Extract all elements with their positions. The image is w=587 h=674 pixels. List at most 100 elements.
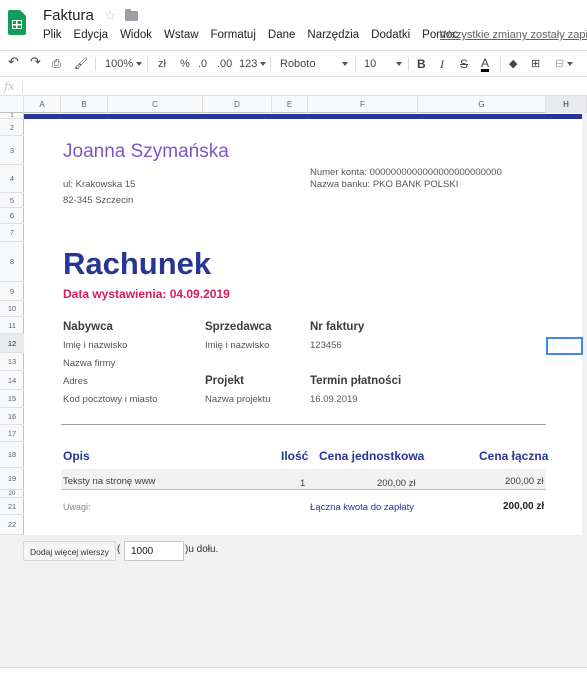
row-header[interactable]: 21 xyxy=(0,498,24,515)
select-all-corner[interactable] xyxy=(0,96,24,113)
bank-name[interactable]: Nazwa banku: PKO BANK POLSKI xyxy=(310,179,458,190)
total-amount[interactable]: 200,00 zł xyxy=(503,501,544,512)
seller-label[interactable]: Sprzedawca xyxy=(205,321,271,333)
issuer-street[interactable]: ul: Krakowska 15 xyxy=(63,179,135,190)
project-name[interactable]: Nazwa projektu xyxy=(205,394,270,405)
row-header[interactable]: 7 xyxy=(0,224,24,242)
document-title[interactable]: Faktura xyxy=(43,7,94,24)
menu-addons[interactable]: Dodatki xyxy=(365,29,416,45)
star-icon[interactable]: ☆ xyxy=(104,7,117,24)
item-total[interactable]: 200,00 zł xyxy=(505,476,544,487)
bold-button[interactable]: B xyxy=(417,57,426,71)
due-date[interactable]: 16.09.2019 xyxy=(310,394,358,405)
row-header[interactable]: 9 xyxy=(0,282,24,301)
seller-name[interactable]: Imię i nazwisko xyxy=(205,340,269,351)
row-header[interactable]: 11 xyxy=(0,317,24,334)
rows-count-input[interactable] xyxy=(124,541,184,561)
row-header[interactable]: 17 xyxy=(0,425,24,442)
menu-data[interactable]: Dane xyxy=(262,29,302,45)
row-header[interactable]: 22 xyxy=(0,515,24,535)
menu-edit[interactable]: Edycja xyxy=(68,29,115,45)
row-header[interactable]: 19 xyxy=(0,468,24,490)
issuer-city[interactable]: 82-345 Szczecin xyxy=(63,195,133,206)
column-header-e[interactable]: E xyxy=(272,96,308,113)
italic-button[interactable]: I xyxy=(440,57,444,71)
row-header[interactable]: 14 xyxy=(0,371,24,390)
formula-bar[interactable]: fx xyxy=(0,78,587,96)
table-header-description[interactable]: Opis xyxy=(63,449,90,463)
menu-tools[interactable]: Narzędzia xyxy=(301,29,365,45)
row-header[interactable]: 8 xyxy=(0,242,24,282)
borders-icon[interactable]: ⊞ xyxy=(531,57,540,71)
menu-format[interactable]: Formatuj xyxy=(205,29,262,45)
row-header[interactable]: 3 xyxy=(0,136,24,165)
invoice-number[interactable]: 123456 xyxy=(310,340,342,351)
column-header-f[interactable]: F xyxy=(308,96,418,113)
buyer-name[interactable]: Imię i nazwisko xyxy=(63,340,127,351)
vertical-scrollbar[interactable] xyxy=(582,113,587,535)
table-header-quantity[interactable]: Ilość xyxy=(281,449,308,463)
column-header-d[interactable]: D xyxy=(203,96,272,113)
undo-icon[interactable]: ↶ xyxy=(8,55,19,69)
font-size-select[interactable]: 10 xyxy=(364,57,402,71)
project-label[interactable]: Projekt xyxy=(205,375,244,387)
total-label[interactable]: Łączna kwota do zapłaty xyxy=(310,502,414,513)
buyer-postal[interactable]: Kod pocztowy i miasto xyxy=(63,394,158,405)
strikethrough-button[interactable]: S xyxy=(460,57,468,71)
issue-date[interactable]: Data wystawienia: 04.09.2019 xyxy=(63,287,230,301)
paint-format-icon[interactable]: 🖌 xyxy=(74,57,88,71)
row-header[interactable]: 15 xyxy=(0,390,24,408)
row-header[interactable]: 5 xyxy=(0,193,24,208)
notes-label[interactable]: Uwagi: xyxy=(63,502,91,512)
due-date-label[interactable]: Termin płatności xyxy=(310,375,401,387)
buyer-label[interactable]: Nabywca xyxy=(63,321,113,333)
row-header[interactable]: 18 xyxy=(0,442,24,468)
text-color-button[interactable]: A xyxy=(481,57,490,72)
font-name: Roboto xyxy=(280,58,316,70)
fill-color-icon[interactable]: ◆ xyxy=(509,57,517,71)
column-header-c[interactable]: C xyxy=(108,96,203,113)
item-description[interactable]: Teksty na stronę www xyxy=(63,476,155,487)
menu-insert[interactable]: Wstaw xyxy=(158,29,205,45)
bank-account[interactable]: Numer konta: 0000000000000000000000000 xyxy=(310,167,502,178)
invoice-heading[interactable]: Rachunek xyxy=(63,246,211,282)
column-header-h[interactable]: H xyxy=(546,96,587,113)
column-header-b[interactable]: B xyxy=(61,96,108,113)
row-header[interactable]: 2 xyxy=(0,119,24,136)
row-header[interactable]: 12 xyxy=(0,334,24,353)
save-status-link[interactable]: Wszystkie zmiany zostały zapisane xyxy=(440,29,587,41)
item-unit-price[interactable]: 200,00 zł xyxy=(377,478,416,489)
buyer-company[interactable]: Nazwa firmy xyxy=(63,358,115,369)
menu-file[interactable]: Plik xyxy=(37,29,68,45)
row-header[interactable]: 20 xyxy=(0,490,24,498)
zoom-value: 100% xyxy=(105,58,134,70)
font-select[interactable]: Roboto xyxy=(280,57,348,71)
zoom-select[interactable]: 100% xyxy=(105,57,143,71)
row-header[interactable]: 13 xyxy=(0,353,24,371)
column-header-a[interactable]: A xyxy=(24,96,61,113)
row-header[interactable]: 10 xyxy=(0,301,24,317)
buyer-address[interactable]: Adres xyxy=(63,376,88,387)
row-header[interactable]: 16 xyxy=(0,408,24,425)
more-formats-select[interactable]: 123 xyxy=(239,57,267,71)
row-header[interactable]: 6 xyxy=(0,208,24,224)
redo-icon[interactable]: ↷ xyxy=(30,55,41,69)
column-header-g[interactable]: G xyxy=(418,96,546,113)
issuer-name[interactable]: Joanna Szymańska xyxy=(63,141,229,163)
menu-view[interactable]: Widok xyxy=(114,29,158,45)
currency-button[interactable]: zł xyxy=(158,57,166,71)
merge-cells-icon[interactable]: ⊟ xyxy=(555,57,574,71)
row-header[interactable]: 4 xyxy=(0,165,24,193)
add-rows-button[interactable]: Dodaj więcej wierszy xyxy=(23,541,116,561)
increase-decimal-button[interactable]: .00 xyxy=(217,57,232,71)
item-quantity[interactable]: 1 xyxy=(300,478,305,489)
sheets-logo-icon[interactable] xyxy=(8,10,26,35)
percent-button[interactable]: % xyxy=(180,57,190,71)
table-header-total[interactable]: Cena łączna xyxy=(479,449,548,463)
print-icon[interactable]: ⎙ xyxy=(52,57,61,71)
folder-icon[interactable] xyxy=(125,9,138,21)
invoice-number-label[interactable]: Nr faktury xyxy=(310,321,364,333)
selected-cell[interactable] xyxy=(546,337,583,355)
table-header-unit-price[interactable]: Cena jednostkowa xyxy=(319,449,424,463)
decrease-decimal-button[interactable]: .0 xyxy=(198,57,207,71)
